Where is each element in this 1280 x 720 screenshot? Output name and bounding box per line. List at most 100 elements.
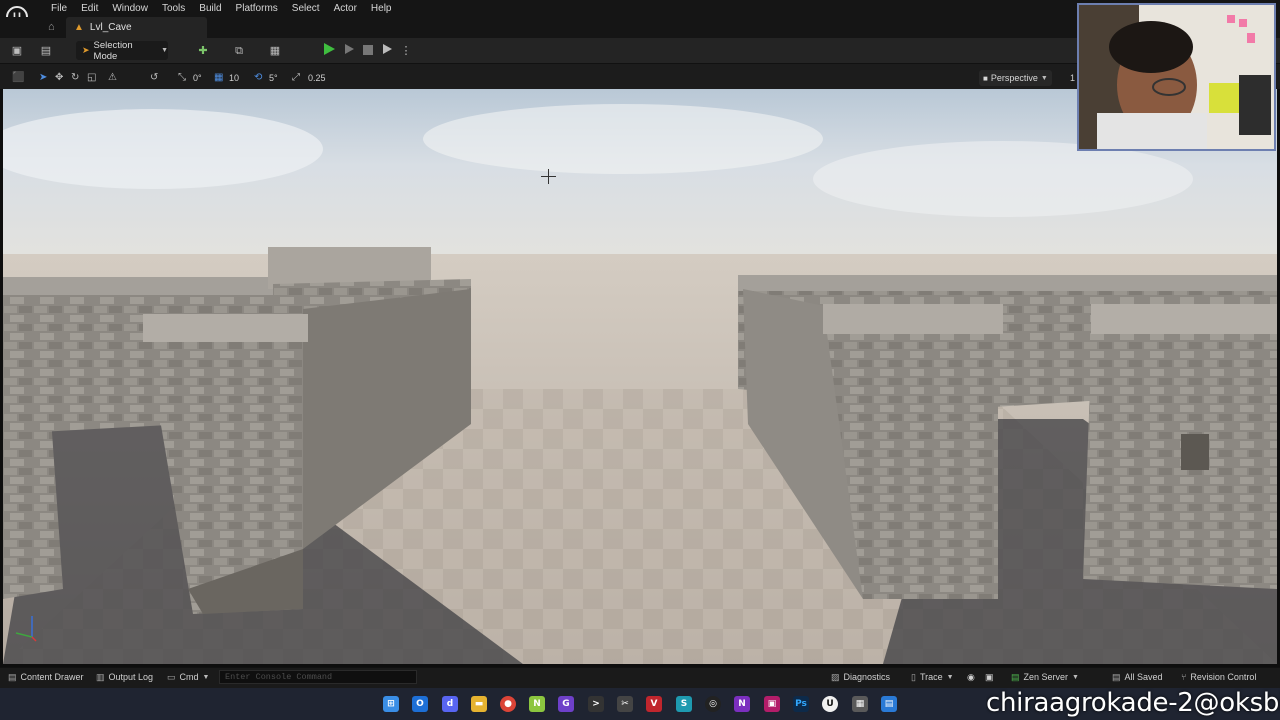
level-viewport[interactable] — [3, 89, 1277, 664]
diagnostics-label: Diagnostics — [843, 672, 891, 682]
output-log-button[interactable]: ▥ Output Log — [96, 672, 153, 683]
sourcetree-icon[interactable]: S — [676, 696, 692, 712]
onenote-icon[interactable]: N — [734, 696, 750, 712]
unreal-engine-icon[interactable]: U — [822, 696, 838, 712]
menu-platforms[interactable]: Platforms — [229, 2, 285, 15]
selection-mode-label: Selection Mode — [93, 39, 133, 62]
rotation-snap-value[interactable]: 5° — [269, 73, 278, 83]
trace-icon: ▯ — [911, 672, 916, 682]
level-icon: ▲ — [74, 22, 84, 33]
content-drawer-button[interactable]: ▤ Content Drawer — [8, 672, 84, 683]
content-drawer-label: Content Drawer — [20, 672, 84, 682]
rotate-tool-icon[interactable]: ↻ — [71, 72, 79, 84]
all-saved-label: All Saved — [1124, 672, 1163, 682]
add-actor-icon[interactable]: ✚ — [196, 44, 210, 58]
output-log-label: Output Log — [108, 672, 154, 682]
menu-edit[interactable]: Edit — [74, 2, 105, 15]
vivaldi-icon[interactable]: V — [646, 696, 662, 712]
branch-icon: ⑂ — [1181, 672, 1187, 682]
zen-server-dropdown[interactable]: ▤ Zen Server ▼ — [1011, 672, 1079, 683]
home-icon[interactable]: ⌂ — [48, 21, 60, 33]
all-saved-button[interactable]: ▤ All Saved — [1112, 672, 1163, 683]
cmd-label: Cmd — [179, 672, 199, 682]
discord-icon[interactable]: d — [442, 696, 458, 712]
surface-snap-icon[interactable]: ↺ — [150, 72, 158, 84]
grid-snap-icon[interactable]: ▦ — [214, 72, 223, 84]
obs-icon[interactable]: ◎ — [705, 696, 721, 712]
store-icon[interactable]: ▤ — [881, 696, 897, 712]
scale-snap-icon[interactable]: ⤢ — [292, 72, 300, 84]
tab-level[interactable]: ▲ Lvl_Cave — [66, 17, 207, 38]
cursor-icon: ➤ — [82, 45, 90, 55]
play-button[interactable] — [324, 43, 335, 55]
viewport-menu-icon[interactable]: ⬛ — [12, 72, 24, 84]
save-icon[interactable]: ▣ — [10, 44, 24, 58]
coordinate-system-icon[interactable]: ⚠ — [108, 72, 117, 84]
zen-server-label: Zen Server — [1023, 672, 1069, 682]
menu-tools[interactable]: Tools — [155, 2, 192, 15]
diagnostics-icon: ▨ — [831, 672, 840, 682]
grid-snap-value[interactable]: 10 — [229, 73, 239, 83]
axis-gizmo — [15, 616, 37, 642]
cinematics-icon[interactable]: ▦ — [268, 44, 282, 58]
menu-help[interactable]: Help — [364, 2, 399, 15]
blueprint-icon[interactable]: ⧉ — [232, 44, 246, 58]
trace-label: Trace — [919, 672, 943, 682]
translate-snap-icon[interactable]: ⤡ — [178, 72, 186, 84]
save-status-icon: ▤ — [1112, 672, 1121, 682]
chevron-down-icon: ▼ — [946, 674, 954, 681]
perspective-label: Perspective — [990, 73, 1038, 83]
level-tab-label: Lvl_Cave — [89, 22, 132, 33]
eject-button[interactable] — [383, 44, 392, 54]
move-tool-icon[interactable]: ✥ — [55, 72, 63, 84]
upi-watermark: chiraagrokade-2@oksbi — [986, 688, 1280, 718]
snipping-icon[interactable]: ✂ — [617, 696, 633, 712]
server-icon: ▤ — [1011, 672, 1020, 682]
drawer-icon: ▤ — [8, 672, 17, 682]
webcam-overlay — [1077, 3, 1276, 151]
menu-window[interactable]: Window — [105, 2, 155, 15]
outlook-icon[interactable]: O — [412, 696, 428, 712]
terminal-icon: ▭ — [167, 672, 176, 682]
webcam-feed — [1079, 5, 1274, 149]
trace-dropdown[interactable]: ▯ Trace ▼ — [911, 672, 954, 683]
scene-render — [3, 89, 1277, 664]
more-options-icon[interactable]: ⋮ — [399, 44, 413, 58]
translate-snap-value[interactable]: 0° — [193, 73, 202, 83]
game-app-icon[interactable]: ▦ — [852, 696, 868, 712]
scale-snap-value[interactable]: 0.25 — [308, 73, 326, 83]
console-command-input[interactable]: Enter Console Command — [219, 670, 417, 684]
viewport-extra-value[interactable]: 1 — [1070, 73, 1075, 83]
windows-start-icon[interactable]: ⊞ — [383, 696, 399, 712]
menu-actor[interactable]: Actor — [327, 2, 364, 15]
record-icon[interactable]: ◉ — [967, 672, 975, 683]
photoshop-icon[interactable]: Ps — [793, 696, 809, 712]
scale-tool-icon[interactable]: ◱ — [87, 72, 96, 84]
diagnostics-button[interactable]: ▨ Diagnostics — [831, 672, 890, 683]
select-tool-icon[interactable]: ➤ — [39, 72, 47, 84]
stop-button[interactable] — [363, 45, 373, 55]
revision-control-dropdown[interactable]: ⑂ Revision Control — [1181, 672, 1256, 683]
terminal-icon[interactable]: > — [588, 696, 604, 712]
browse-icon[interactable]: ▤ — [39, 44, 53, 58]
screenshot-icon[interactable]: ▣ — [985, 672, 994, 683]
menu-select[interactable]: Select — [285, 2, 327, 15]
notepad-plus-icon[interactable]: N — [529, 696, 545, 712]
mouse-cursor-crosshair — [541, 169, 556, 184]
advance-frame-button[interactable] — [345, 44, 354, 54]
chevron-down-icon: ▼ — [1072, 674, 1079, 681]
chevron-down-icon: ▼ — [202, 674, 210, 681]
menu-build[interactable]: Build — [192, 2, 228, 15]
chrome-icon[interactable]: ● — [500, 696, 516, 712]
file-explorer-icon[interactable]: ▬ — [471, 696, 487, 712]
cmd-dropdown[interactable]: ▭ Cmd ▼ — [167, 672, 209, 683]
perspective-dropdown[interactable]: ■ Perspective ▼ — [979, 70, 1052, 86]
chevron-down-icon: ▼ — [1040, 74, 1048, 82]
rotation-snap-icon[interactable]: ⟲ — [254, 72, 262, 84]
menu-file[interactable]: File — [44, 2, 74, 15]
camera-icon: ■ — [983, 73, 988, 83]
github-icon[interactable]: G — [558, 696, 574, 712]
selection-mode-dropdown[interactable]: ➤ Selection Mode ▼ — [76, 39, 168, 62]
chevron-down-icon: ▼ — [161, 47, 168, 54]
dev-app-icon[interactable]: ▣ — [764, 696, 780, 712]
